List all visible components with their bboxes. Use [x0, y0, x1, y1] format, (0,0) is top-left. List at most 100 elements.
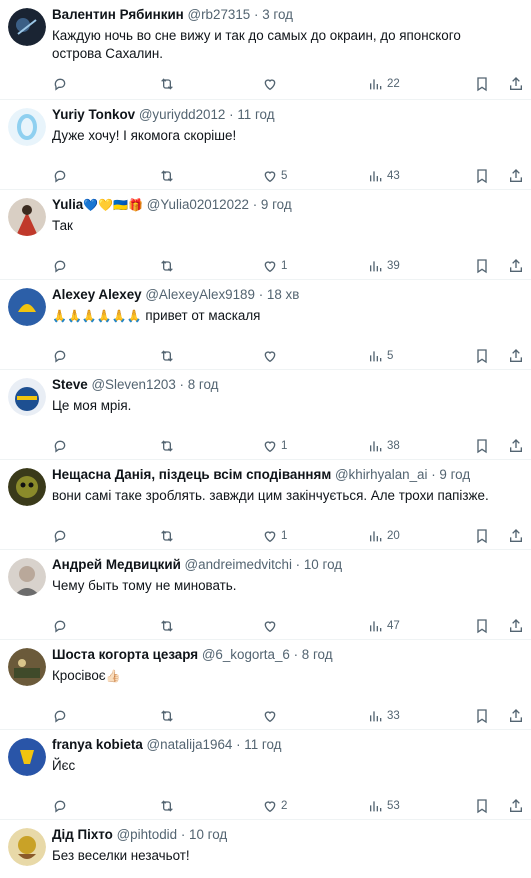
like-button[interactable]: 5	[262, 168, 287, 184]
reply-button[interactable]	[52, 528, 68, 544]
reply-tweet[interactable]: Шоста когорта цезаря @6_kogorta_6 · 8 го…	[0, 640, 531, 730]
share-button[interactable]	[508, 76, 524, 92]
avatar[interactable]	[8, 648, 46, 686]
like-button[interactable]: 1	[262, 438, 287, 454]
handle[interactable]: @pihtodid	[117, 827, 178, 842]
retweet-button[interactable]	[159, 618, 175, 634]
like-button[interactable]: 2	[262, 798, 287, 814]
avatar[interactable]	[8, 288, 46, 326]
reply-tweet[interactable]: Steve @Sleven1203 · 8 год Це моя мрія. 1…	[0, 370, 531, 460]
handle[interactable]: @Sleven1203	[91, 377, 175, 392]
views-button[interactable]: 22	[368, 76, 400, 92]
bookmark-button[interactable]	[474, 258, 490, 274]
timestamp[interactable]: 10 год	[304, 557, 342, 572]
handle[interactable]: @khirhyalan_ai	[335, 467, 428, 482]
reply-button[interactable]	[52, 348, 68, 364]
display-name[interactable]: Валентин Рябинкин	[52, 7, 184, 22]
bookmark-button[interactable]	[474, 76, 490, 92]
reply-button[interactable]	[52, 708, 68, 724]
like-button[interactable]: 1	[262, 258, 287, 274]
avatar[interactable]	[8, 468, 46, 506]
display-name[interactable]: Андрей Медвицкий	[52, 557, 181, 572]
bookmark-button[interactable]	[474, 798, 490, 814]
bookmark-button[interactable]	[474, 618, 490, 634]
timestamp[interactable]: 8 год	[302, 647, 333, 662]
timestamp[interactable]: 10 год	[189, 827, 227, 842]
avatar[interactable]	[8, 558, 46, 596]
timestamp[interactable]: 11 год	[237, 107, 274, 122]
like-button[interactable]: 1	[262, 528, 287, 544]
bookmark-button[interactable]	[474, 438, 490, 454]
share-button[interactable]	[508, 438, 524, 454]
reply-tweet[interactable]: franya kobieta @natalija1964 · 11 год Йє…	[0, 730, 531, 820]
retweet-button[interactable]	[159, 258, 175, 274]
handle[interactable]: @6_kogorta_6	[202, 647, 290, 662]
reply-tweet[interactable]: Андрей Медвицкий @andreimedvitchi · 10 г…	[0, 550, 531, 640]
handle[interactable]: @Yulia02012022	[147, 197, 249, 212]
reply-tweet[interactable]: Нещасна Данія, піздець всім сподіванням …	[0, 460, 531, 550]
timestamp[interactable]: 11 год	[244, 737, 281, 752]
timestamp[interactable]: 9 год	[439, 467, 470, 482]
like-button[interactable]	[262, 618, 278, 634]
share-button[interactable]	[508, 348, 524, 364]
avatar[interactable]	[8, 378, 46, 416]
views-button[interactable]: 33	[368, 708, 400, 724]
reply-tweet[interactable]: Yuriy Tonkov @yuriydd2012 · 11 год Дуже …	[0, 100, 531, 190]
views-button[interactable]: 20	[368, 528, 400, 544]
reply-tweet[interactable]: Валентин Рябинкин @rb27315 · 3 год Кажду…	[0, 0, 531, 100]
handle[interactable]: @yuriydd2012	[139, 107, 226, 122]
reply-tweet[interactable]: Yulia💙💛🇺🇦🎁 @Yulia02012022 · 9 год Так 1 …	[0, 190, 531, 280]
like-button[interactable]	[262, 708, 278, 724]
retweet-button[interactable]	[159, 76, 175, 92]
reply-button[interactable]	[52, 438, 68, 454]
reply-button[interactable]	[52, 258, 68, 274]
timestamp[interactable]: 8 год	[188, 377, 219, 392]
reply-tweet[interactable]: Alexey Alexey @AlexeyAlex9189 · 18 хв 🙏🙏…	[0, 280, 531, 370]
like-button[interactable]	[262, 76, 278, 92]
handle[interactable]: @rb27315	[188, 7, 251, 22]
share-button[interactable]	[508, 168, 524, 184]
retweet-button[interactable]	[159, 438, 175, 454]
avatar[interactable]	[8, 108, 46, 146]
views-button[interactable]: 39	[368, 258, 400, 274]
retweet-button[interactable]	[159, 168, 175, 184]
display-name[interactable]: Yuriy Tonkov	[52, 107, 135, 122]
views-button[interactable]: 38	[368, 438, 400, 454]
views-button[interactable]: 43	[368, 168, 400, 184]
retweet-button[interactable]	[159, 528, 175, 544]
views-button[interactable]: 53	[368, 798, 400, 814]
share-button[interactable]	[508, 618, 524, 634]
avatar[interactable]	[8, 198, 46, 236]
bookmark-button[interactable]	[474, 708, 490, 724]
views-button[interactable]: 5	[368, 348, 393, 364]
share-button[interactable]	[508, 708, 524, 724]
reply-button[interactable]	[52, 168, 68, 184]
handle[interactable]: @natalija1964	[147, 737, 233, 752]
reply-button[interactable]	[52, 618, 68, 634]
display-name[interactable]: franya kobieta	[52, 737, 143, 752]
reply-button[interactable]	[52, 798, 68, 814]
bookmark-button[interactable]	[474, 168, 490, 184]
timestamp[interactable]: 3 год	[262, 7, 293, 22]
like-button[interactable]	[262, 348, 278, 364]
display-name[interactable]: Нещасна Данія, піздець всім сподіванням	[52, 467, 331, 482]
retweet-button[interactable]	[159, 708, 175, 724]
timestamp[interactable]: 9 год	[261, 197, 292, 212]
views-button[interactable]: 47	[368, 618, 400, 634]
share-button[interactable]	[508, 258, 524, 274]
handle[interactable]: @AlexeyAlex9189	[145, 287, 255, 302]
avatar[interactable]	[8, 8, 46, 46]
bookmark-button[interactable]	[474, 528, 490, 544]
bookmark-button[interactable]	[474, 348, 490, 364]
avatar[interactable]	[8, 738, 46, 776]
display-name[interactable]: Steve	[52, 377, 88, 392]
display-name[interactable]: Alexey Alexey	[52, 287, 142, 302]
avatar[interactable]	[8, 828, 46, 866]
reply-button[interactable]	[52, 76, 68, 92]
share-button[interactable]	[508, 528, 524, 544]
display-name[interactable]: Yulia	[52, 197, 83, 212]
share-button[interactable]	[508, 798, 524, 814]
handle[interactable]: @andreimedvitchi	[185, 557, 292, 572]
retweet-button[interactable]	[159, 348, 175, 364]
timestamp[interactable]: 18 хв	[267, 287, 299, 302]
